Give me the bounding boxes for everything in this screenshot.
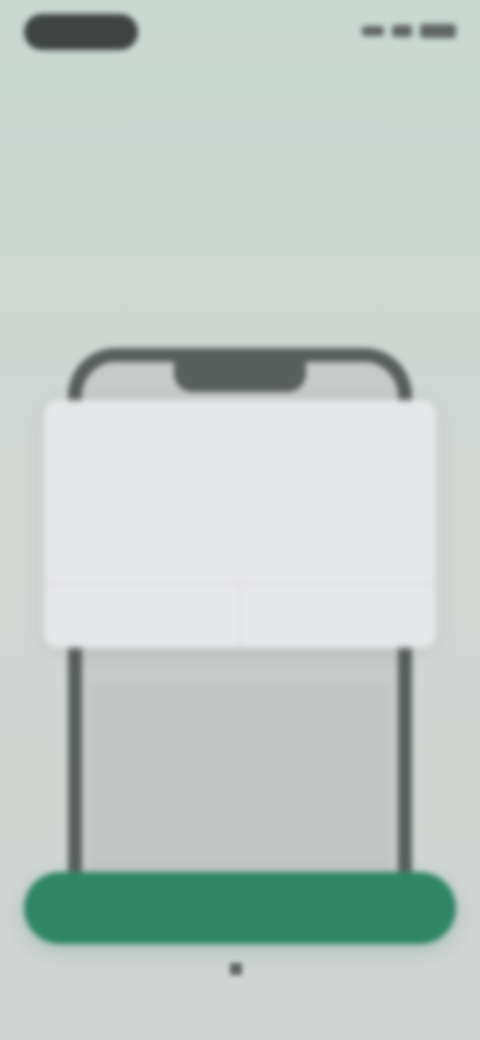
dialog-allow-button[interactable] <box>239 584 437 648</box>
continue-button[interactable] <box>24 872 456 944</box>
status-bar <box>0 0 480 64</box>
phone-notch <box>174 362 306 392</box>
wifi-icon <box>392 25 412 37</box>
dialog-deny-button[interactable] <box>44 584 240 648</box>
battery-icon <box>420 24 456 38</box>
signal-icon <box>362 26 384 36</box>
dialog-actions <box>44 583 436 648</box>
permission-dialog <box>44 400 436 648</box>
lock-icon <box>230 962 242 975</box>
status-icons <box>360 22 456 40</box>
footer-note <box>0 960 480 975</box>
status-time-pill <box>24 14 138 50</box>
